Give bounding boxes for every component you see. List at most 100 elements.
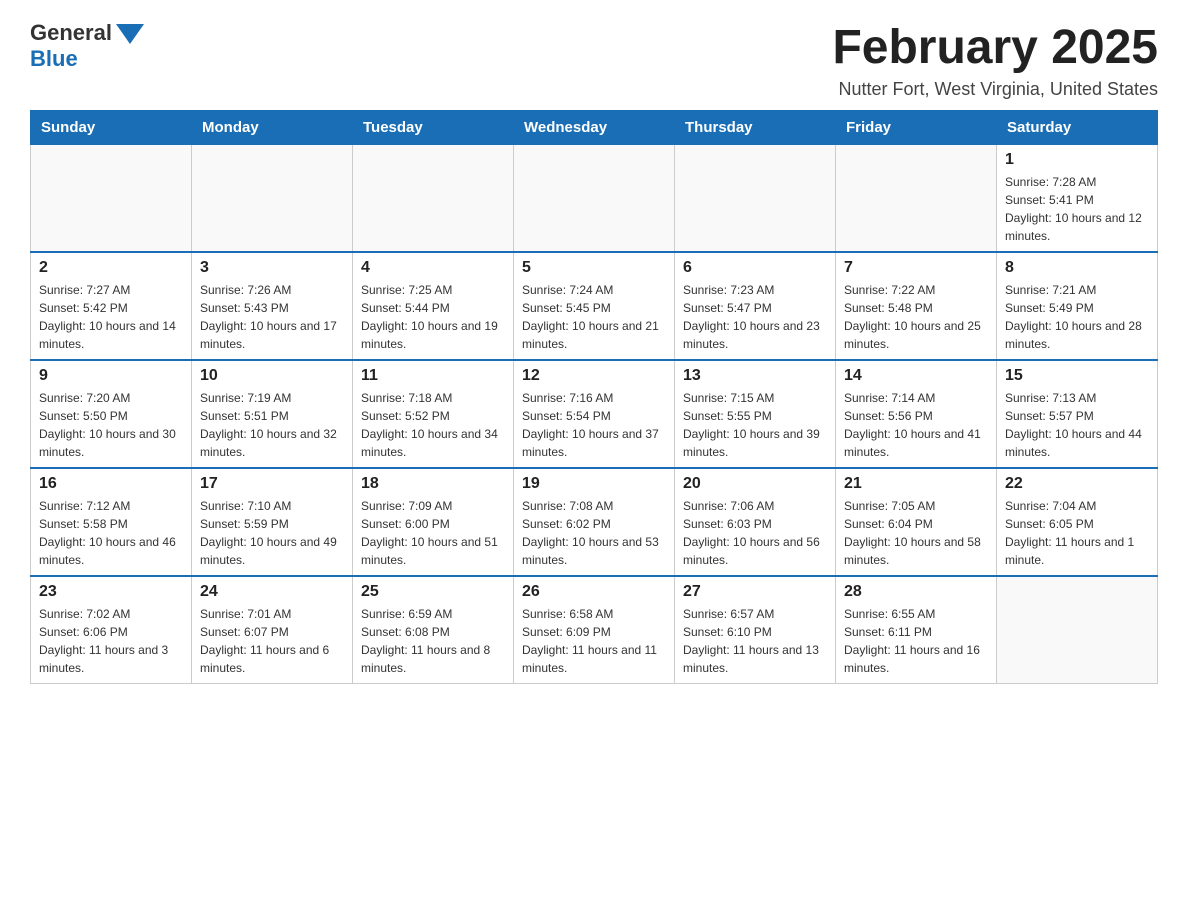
day-info: Sunrise: 7:01 AMSunset: 6:07 PMDaylight:… xyxy=(200,605,344,677)
day-info: Sunrise: 7:22 AMSunset: 5:48 PMDaylight:… xyxy=(844,281,988,353)
table-row: 26Sunrise: 6:58 AMSunset: 6:09 PMDayligh… xyxy=(514,576,675,684)
table-row: 7 Sunrise: 7:22 AMSunset: 5:48 PMDaylight… xyxy=(836,252,997,360)
day-info: Sunrise: 7:14 AMSunset: 5:56 PMDaylight:… xyxy=(844,389,988,461)
table-row xyxy=(836,145,997,253)
day-number: 12 xyxy=(522,367,666,385)
day-number: 17 xyxy=(200,475,344,493)
calendar-table: Sunday Monday Tuesday Wednesday Thursday… xyxy=(30,110,1158,684)
table-row: 28Sunrise: 6:55 AMSunset: 6:11 PMDayligh… xyxy=(836,576,997,684)
day-info: Sunrise: 7:26 AMSunset: 5:43 PMDaylight:… xyxy=(200,281,344,353)
table-row: 8 Sunrise: 7:21 AMSunset: 5:49 PMDaylight… xyxy=(997,252,1158,360)
table-row: 18 Sunrise: 7:09 AMSunset: 6:00 PMDayligh… xyxy=(353,468,514,576)
day-number: 9 xyxy=(39,367,183,385)
table-row: 24 Sunrise: 7:01 AMSunset: 6:07 PMDayligh… xyxy=(192,576,353,684)
day-info: Sunrise: 7:15 AMSunset: 5:55 PMDaylight:… xyxy=(683,389,827,461)
logo-blue-text: Blue xyxy=(30,46,78,72)
day-number: 27 xyxy=(683,583,827,601)
table-row: 6 Sunrise: 7:23 AMSunset: 5:47 PMDaylight… xyxy=(675,252,836,360)
day-number: 24 xyxy=(200,583,344,601)
table-row: 9Sunrise: 7:20 AMSunset: 5:50 PMDaylight… xyxy=(31,360,192,468)
header-thursday: Thursday xyxy=(675,111,836,145)
day-number: 5 xyxy=(522,259,666,277)
calendar-week-row: 23 Sunrise: 7:02 AMSunset: 6:06 PMDayligh… xyxy=(31,576,1158,684)
day-info: Sunrise: 7:25 AMSunset: 5:44 PMDaylight:… xyxy=(361,281,505,353)
day-info: Sunrise: 7:27 AMSunset: 5:42 PMDaylight:… xyxy=(39,281,183,353)
day-info: Sunrise: 7:21 AMSunset: 5:49 PMDaylight:… xyxy=(1005,281,1149,353)
day-info: Sunrise: 6:57 AMSunset: 6:10 PMDaylight:… xyxy=(683,605,827,677)
day-number: 14 xyxy=(844,367,988,385)
day-info: Sunrise: 6:59 AMSunset: 6:08 PMDaylight:… xyxy=(361,605,505,677)
day-number: 19 xyxy=(522,475,666,493)
day-number: 2 xyxy=(39,259,183,277)
day-info: Sunrise: 7:02 AMSunset: 6:06 PMDaylight:… xyxy=(39,605,183,677)
day-number: 23 xyxy=(39,583,183,601)
day-number: 22 xyxy=(1005,475,1149,493)
table-row xyxy=(31,145,192,253)
day-number: 16 xyxy=(39,475,183,493)
table-row: 13 Sunrise: 7:15 AMSunset: 5:55 PMDayligh… xyxy=(675,360,836,468)
table-row: 4 Sunrise: 7:25 AMSunset: 5:44 PMDaylight… xyxy=(353,252,514,360)
day-info: Sunrise: 7:10 AMSunset: 5:59 PMDaylight:… xyxy=(200,497,344,569)
table-row: 1Sunrise: 7:28 AMSunset: 5:41 PMDaylight… xyxy=(997,145,1158,253)
calendar-header-row: Sunday Monday Tuesday Wednesday Thursday… xyxy=(31,111,1158,145)
day-info: Sunrise: 7:19 AMSunset: 5:51 PMDaylight:… xyxy=(200,389,344,461)
logo-triangle-icon xyxy=(116,24,144,44)
table-row: 23 Sunrise: 7:02 AMSunset: 6:06 PMDayligh… xyxy=(31,576,192,684)
day-info: Sunrise: 7:12 AMSunset: 5:58 PMDaylight:… xyxy=(39,497,183,569)
day-number: 8 xyxy=(1005,259,1149,277)
day-info: Sunrise: 7:08 AMSunset: 6:02 PMDaylight:… xyxy=(522,497,666,569)
day-info: Sunrise: 7:09 AMSunset: 6:00 PMDaylight:… xyxy=(361,497,505,569)
day-number: 25 xyxy=(361,583,505,601)
table-row: 25 Sunrise: 6:59 AMSunset: 6:08 PMDayligh… xyxy=(353,576,514,684)
header-friday: Friday xyxy=(836,111,997,145)
table-row: 2 Sunrise: 7:27 AMSunset: 5:42 PMDaylight… xyxy=(31,252,192,360)
calendar-week-row: 1Sunrise: 7:28 AMSunset: 5:41 PMDaylight… xyxy=(31,145,1158,253)
day-number: 3 xyxy=(200,259,344,277)
table-row xyxy=(353,145,514,253)
table-row: 15 Sunrise: 7:13 AMSunset: 5:57 PMDayligh… xyxy=(997,360,1158,468)
table-row: 17 Sunrise: 7:10 AMSunset: 5:59 PMDayligh… xyxy=(192,468,353,576)
table-row: 21 Sunrise: 7:05 AMSunset: 6:04 PMDayligh… xyxy=(836,468,997,576)
day-info: Sunrise: 6:58 AMSunset: 6:09 PMDaylight:… xyxy=(522,605,666,677)
table-row: 3 Sunrise: 7:26 AMSunset: 5:43 PMDaylight… xyxy=(192,252,353,360)
calendar-week-row: 9Sunrise: 7:20 AMSunset: 5:50 PMDaylight… xyxy=(31,360,1158,468)
table-row: 12Sunrise: 7:16 AMSunset: 5:54 PMDayligh… xyxy=(514,360,675,468)
logo: General Blue xyxy=(30,20,144,72)
table-row: 10 Sunrise: 7:19 AMSunset: 5:51 PMDayligh… xyxy=(192,360,353,468)
day-number: 10 xyxy=(200,367,344,385)
header-tuesday: Tuesday xyxy=(353,111,514,145)
day-info: Sunrise: 7:18 AMSunset: 5:52 PMDaylight:… xyxy=(361,389,505,461)
day-number: 21 xyxy=(844,475,988,493)
day-number: 1 xyxy=(1005,151,1149,169)
day-info: Sunrise: 7:24 AMSunset: 5:45 PMDaylight:… xyxy=(522,281,666,353)
table-row: 19 Sunrise: 7:08 AMSunset: 6:02 PMDayligh… xyxy=(514,468,675,576)
table-row xyxy=(675,145,836,253)
table-row: 22Sunrise: 7:04 AMSunset: 6:05 PMDayligh… xyxy=(997,468,1158,576)
logo-general-text: General xyxy=(30,20,112,46)
day-info: Sunrise: 7:06 AMSunset: 6:03 PMDaylight:… xyxy=(683,497,827,569)
month-title: February 2025 xyxy=(832,20,1158,75)
day-number: 20 xyxy=(683,475,827,493)
day-number: 13 xyxy=(683,367,827,385)
day-number: 18 xyxy=(361,475,505,493)
header-wednesday: Wednesday xyxy=(514,111,675,145)
table-row xyxy=(192,145,353,253)
day-number: 4 xyxy=(361,259,505,277)
day-info: Sunrise: 7:13 AMSunset: 5:57 PMDaylight:… xyxy=(1005,389,1149,461)
header: General Blue February 2025 Nutter Fort, … xyxy=(30,20,1158,100)
day-info: Sunrise: 6:55 AMSunset: 6:11 PMDaylight:… xyxy=(844,605,988,677)
table-row: 14 Sunrise: 7:14 AMSunset: 5:56 PMDayligh… xyxy=(836,360,997,468)
day-number: 11 xyxy=(361,367,505,385)
day-number: 6 xyxy=(683,259,827,277)
day-number: 15 xyxy=(1005,367,1149,385)
day-number: 7 xyxy=(844,259,988,277)
table-row: 16 Sunrise: 7:12 AMSunset: 5:58 PMDayligh… xyxy=(31,468,192,576)
header-monday: Monday xyxy=(192,111,353,145)
table-row: 11 Sunrise: 7:18 AMSunset: 5:52 PMDayligh… xyxy=(353,360,514,468)
calendar-week-row: 2 Sunrise: 7:27 AMSunset: 5:42 PMDaylight… xyxy=(31,252,1158,360)
day-info: Sunrise: 7:23 AMSunset: 5:47 PMDaylight:… xyxy=(683,281,827,353)
table-row xyxy=(997,576,1158,684)
location-subtitle: Nutter Fort, West Virginia, United State… xyxy=(832,79,1158,100)
table-row: 27 Sunrise: 6:57 AMSunset: 6:10 PMDayligh… xyxy=(675,576,836,684)
day-info: Sunrise: 7:05 AMSunset: 6:04 PMDaylight:… xyxy=(844,497,988,569)
